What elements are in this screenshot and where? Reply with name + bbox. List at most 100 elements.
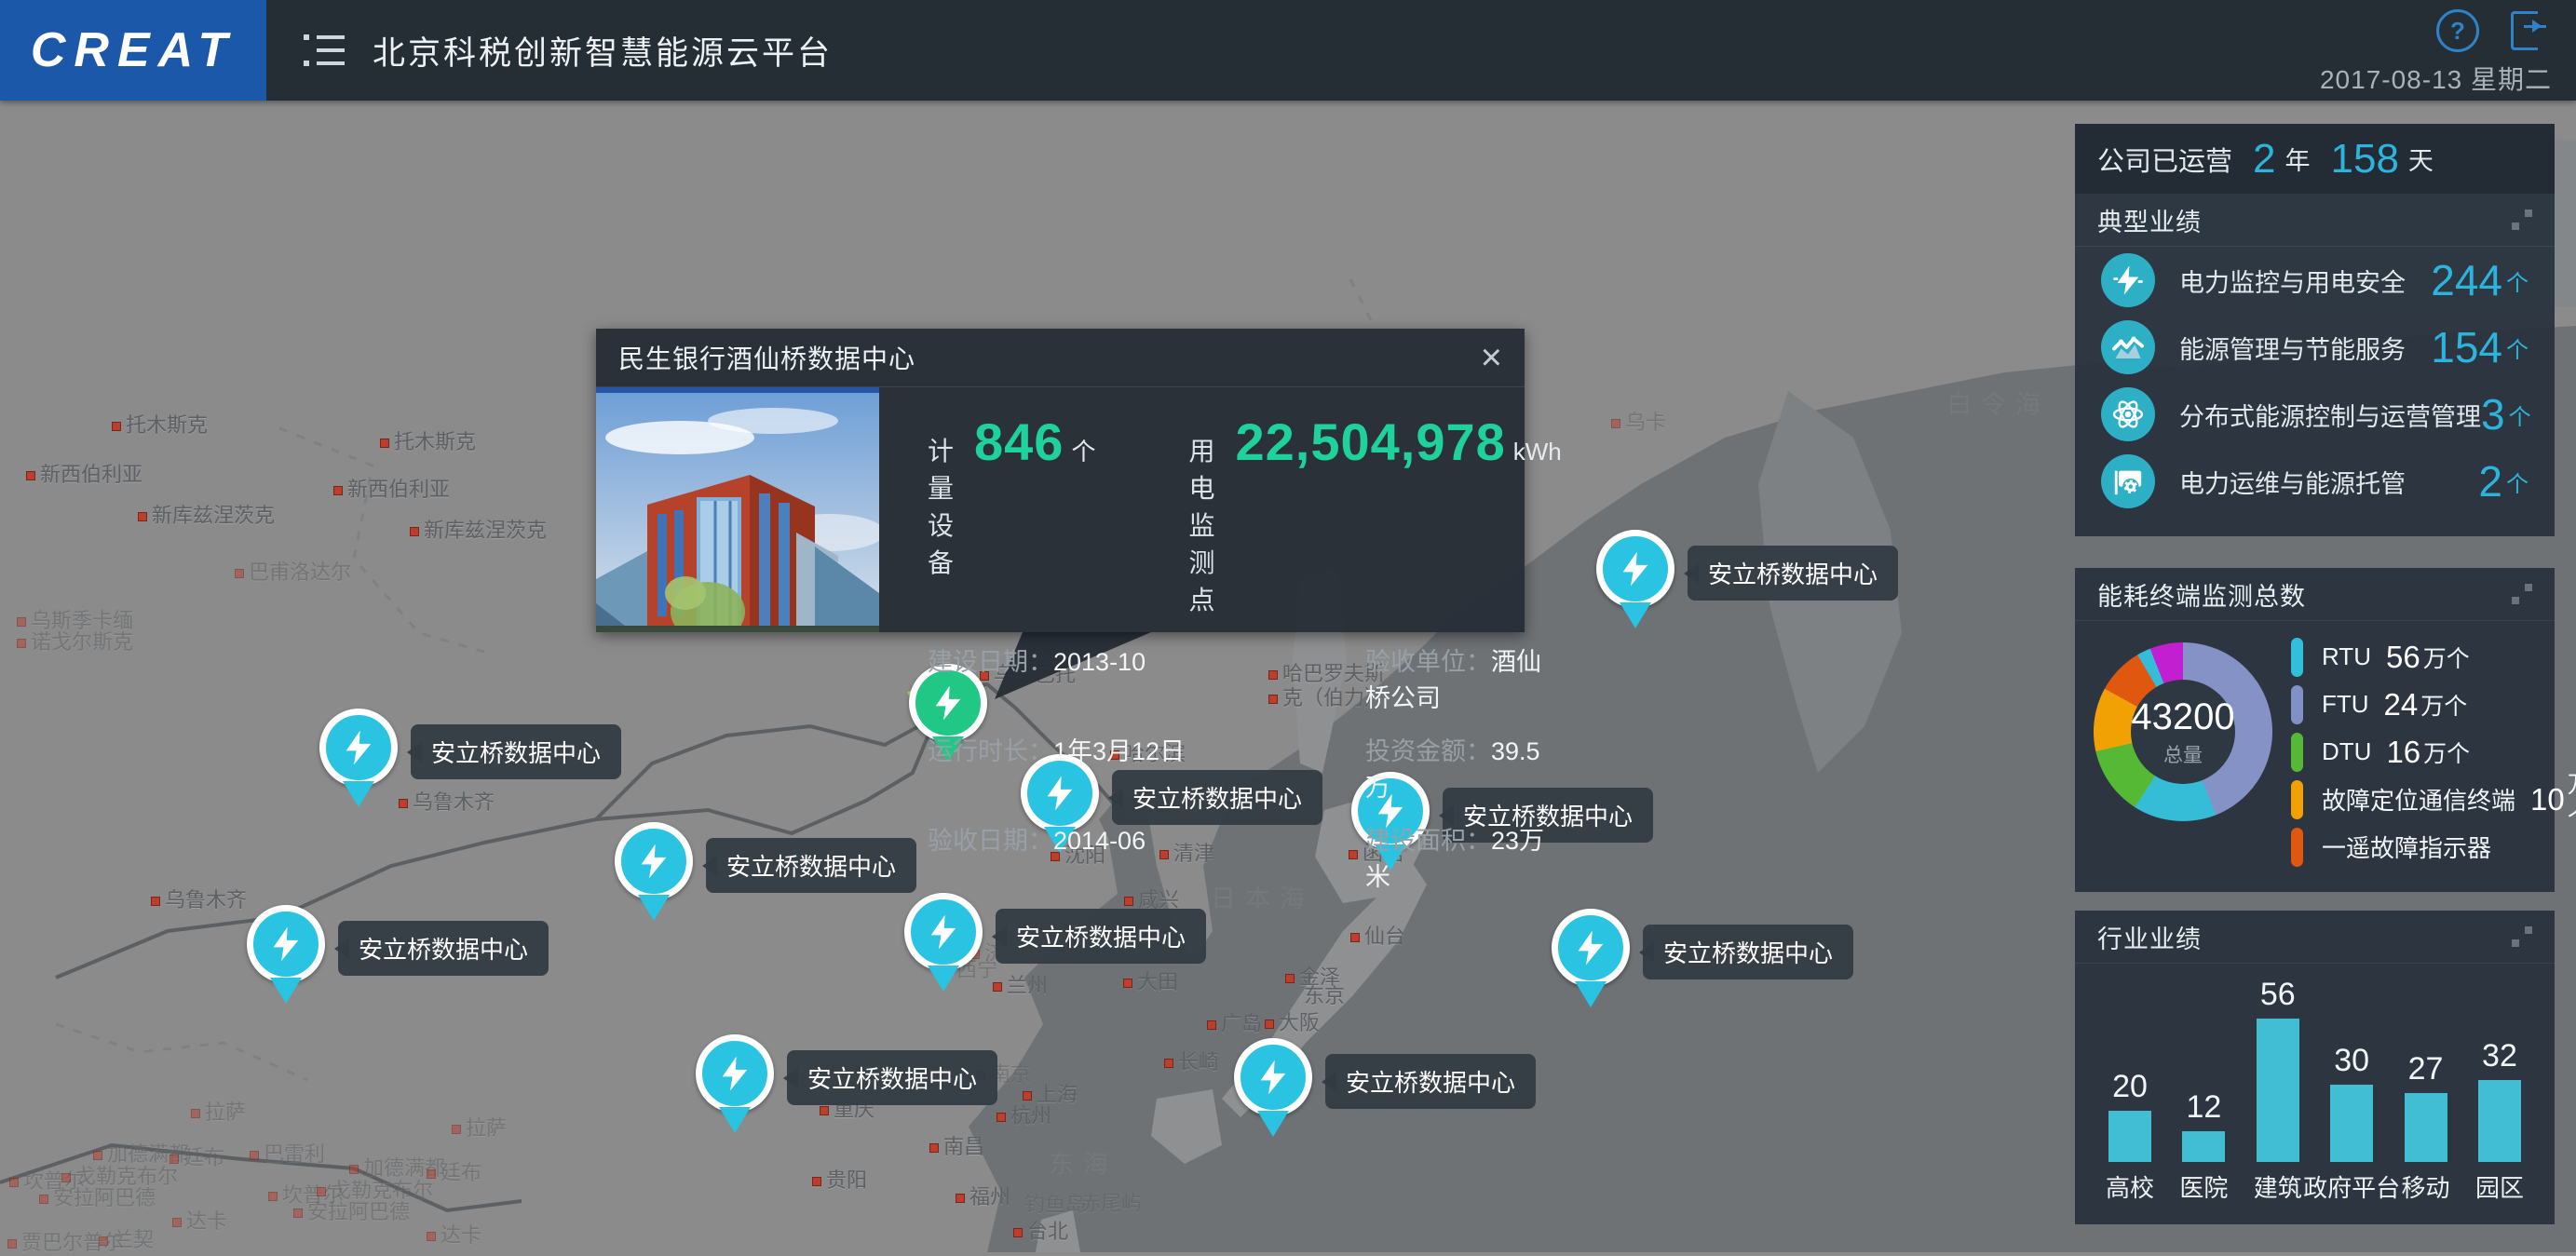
city-label: 新西伯利亚 [333, 473, 450, 503]
close-icon[interactable]: × [1481, 339, 1502, 376]
city-dot-icon [410, 527, 419, 536]
legend-unit: 万个 [2568, 766, 2576, 833]
city-dot-icon [1164, 1059, 1173, 1068]
city-dot-icon [427, 1232, 436, 1241]
city-dot-icon [1611, 419, 1620, 428]
meter-device-stat: 计量设备 846 个 [928, 412, 1095, 617]
achievement-label: 分布式能源控制与运营管理 [2179, 397, 2481, 433]
popup-detail-row: 验收日期：2014-06 [928, 820, 1365, 893]
achievement-count: 3 [2481, 389, 2505, 439]
operation-label: 公司已运营 [2097, 140, 2232, 179]
city-label: 杭州 [997, 1100, 1051, 1129]
bar-value: 12 [2186, 1089, 2221, 1126]
popup-detail-row: 投资金额：39.5万 [1365, 731, 1562, 804]
help-icon[interactable]: ? [2436, 9, 2479, 52]
atom-icon [2101, 387, 2155, 441]
legend-row: DTU16万个 [2291, 728, 2542, 776]
industry-bar-column: 56建筑 [2245, 976, 2311, 1204]
datacenter-marker[interactable] [319, 709, 398, 807]
city-dot-icon [399, 799, 408, 808]
datacenter-marker[interactable] [1234, 1038, 1312, 1137]
city-label: 巴雷利 [250, 1138, 325, 1168]
industry-bar-column: 32园区 [2467, 976, 2532, 1204]
popup-detail-row: 运行时长：1年3月12日 [928, 731, 1365, 804]
bar-category-label: 高校 [2106, 1169, 2154, 1204]
bar [2330, 1085, 2373, 1162]
bar [2257, 1019, 2299, 1162]
legend-label: 一遥故障指示器 [2322, 830, 2491, 864]
datacenter-marker-label[interactable]: 安立桥数据中心 [1643, 925, 1853, 979]
city-dot-icon [39, 1195, 48, 1204]
legend-value: 24 [2384, 687, 2419, 723]
city-dot-icon [17, 639, 26, 648]
bar-value: 56 [2260, 977, 2296, 1013]
city-label: 诺戈尔斯克 [17, 626, 133, 655]
expand-icon[interactable] [2512, 584, 2532, 604]
popup-detail-row: 验收单位：酒仙桥公司 [1365, 642, 1562, 714]
datacenter-marker-label[interactable]: 安立桥数据中心 [411, 724, 621, 779]
expand-icon[interactable] [2512, 926, 2532, 947]
bar [2405, 1093, 2447, 1162]
city-dot-icon [997, 1113, 1006, 1122]
city-label: 东京 [1304, 979, 1345, 1009]
city-dot-icon [349, 1165, 359, 1174]
city-dot-icon [1265, 1020, 1274, 1029]
menu-list-icon[interactable] [304, 34, 345, 66]
city-label: 乌鲁木齐 [399, 786, 495, 816]
industry-bar-chart: 20高校12医院56建筑30政府平台27移动32园区 [2097, 976, 2532, 1204]
achievement-row[interactable]: 电力监控与用电安全244个 [2075, 247, 2555, 314]
datacenter-marker[interactable] [1596, 530, 1674, 628]
city-dot-icon [26, 471, 35, 480]
achievement-row[interactable]: 能源管理与节能服务154个 [2075, 314, 2555, 381]
datacenter-marker[interactable] [1552, 909, 1630, 1007]
city-dot-icon [112, 422, 121, 431]
bar-category-label: 医院 [2179, 1169, 2228, 1204]
bar-category-label: 政府平台 [2303, 1169, 2400, 1204]
datacenter-marker-label[interactable]: 安立桥数据中心 [996, 909, 1206, 964]
city-dot-icon [93, 1151, 102, 1160]
datacenter-marker[interactable] [247, 905, 325, 1004]
datacenter-marker[interactable] [696, 1034, 774, 1133]
datacenter-marker-label[interactable]: 安立桥数据中心 [338, 921, 549, 976]
legend-unit: 万个 [2423, 736, 2470, 769]
achievement-count: 2 [2478, 456, 2502, 506]
datacenter-marker-label[interactable]: 安立桥数据中心 [1325, 1054, 1536, 1109]
datacenter-marker-label[interactable]: 安立桥数据中心 [787, 1050, 997, 1105]
operation-days: 158 [2331, 136, 2399, 182]
city-dot-icon [993, 982, 1002, 992]
achievement-row[interactable]: 分布式能源控制与运营管理3个 [2075, 381, 2555, 448]
datacenter-marker-label[interactable]: 安立桥数据中心 [706, 838, 916, 893]
city-dot-icon [138, 512, 147, 521]
city-label: 兰州 [993, 969, 1048, 999]
industry-bar-column: 27移动 [2393, 976, 2459, 1204]
logout-icon[interactable] [2511, 9, 2552, 47]
legend-unit: 万个 [2423, 641, 2470, 674]
legend-unit: 万个 [2420, 688, 2467, 722]
power-monitor-stat: 用电监测点 22,504,978 kWh [1188, 412, 1561, 617]
city-label: 乌鲁木齐 [151, 884, 247, 913]
city-dot-icon [1013, 1228, 1023, 1237]
achievement-label: 能源管理与节能服务 [2179, 330, 2406, 366]
achievement-count-unit: 个 [2506, 331, 2529, 364]
operation-days-panel: 公司已运营 2 年 158 天 [2075, 124, 2555, 194]
ops-monitor-gear-icon [2101, 454, 2155, 508]
sea-label: 白令海 [1946, 385, 2050, 421]
city-label: 托木斯克 [380, 425, 476, 455]
achievement-row[interactable]: 电力运维与能源托管2个 [2075, 448, 2555, 515]
city-dot-icon [151, 897, 160, 906]
building-photo [596, 387, 879, 632]
city-label: 达卡 [172, 1205, 227, 1235]
city-label: 托木斯克 [112, 409, 208, 439]
datacenter-popup: 民生银行酒仙桥数据中心 × [596, 329, 1525, 632]
creat-logo: CREAT [0, 0, 266, 101]
achievement-label: 电力监控与用电安全 [2179, 263, 2406, 299]
bar-value: 27 [2408, 1051, 2444, 1087]
achievement-label: 电力运维与能源托管 [2179, 464, 2406, 500]
city-label: 安拉阿巴德 [293, 1195, 410, 1225]
city-dot-icon [380, 439, 389, 448]
expand-icon[interactable] [2512, 209, 2532, 230]
city-label: 南昌 [929, 1130, 984, 1160]
datacenter-marker[interactable] [615, 822, 693, 921]
datacenter-marker[interactable] [904, 893, 983, 992]
datacenter-marker-label[interactable]: 安立桥数据中心 [1688, 546, 1898, 601]
